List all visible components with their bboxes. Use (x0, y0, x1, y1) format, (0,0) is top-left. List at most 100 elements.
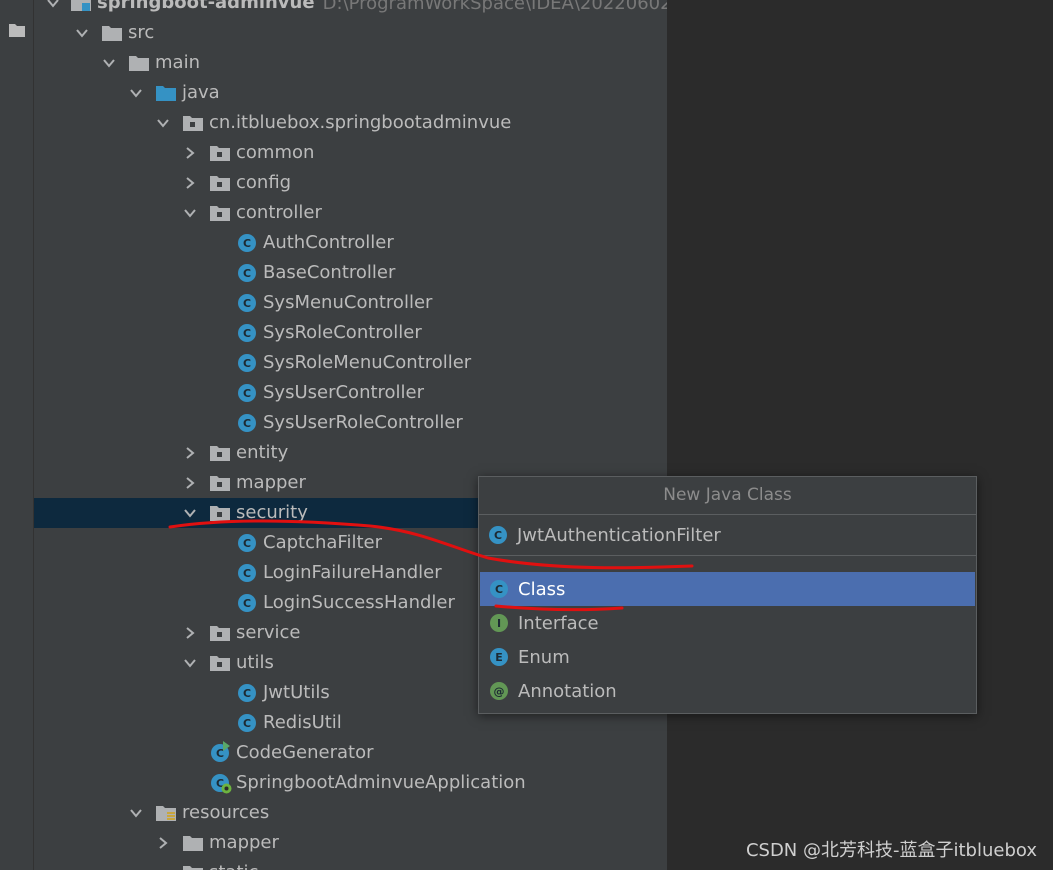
class-icon: C (236, 563, 258, 583)
class-name-value: JwtAuthenticationFilter (517, 524, 721, 546)
tree-node-label: LoginFailureHandler (263, 562, 442, 583)
tree-node-common[interactable]: common (34, 138, 667, 168)
class-kind-icon: C (490, 580, 508, 598)
class-icon: C (236, 323, 258, 343)
chevron-down-icon[interactable] (127, 804, 145, 822)
class-icon: C (236, 533, 258, 553)
tree-node-resources[interactable]: resources (34, 798, 667, 828)
tree-node-label: SysUserController (263, 382, 425, 403)
package-icon (209, 143, 231, 163)
tree-node-label: JwtUtils (263, 682, 330, 703)
chevron-right-icon[interactable] (181, 444, 199, 462)
tree-node-entity[interactable]: entity (34, 438, 667, 468)
project-folder-icon[interactable] (9, 22, 25, 41)
tree-node-label: resources (182, 802, 270, 823)
tree-node-label: static (209, 858, 258, 870)
tree-node-label: java (182, 82, 220, 103)
tree-node-springbootadminvueapplication[interactable]: C SpringbootAdminvueApplication (34, 768, 667, 798)
tree-node-label: main (155, 52, 200, 73)
package-icon (209, 653, 231, 673)
chevron-down-icon[interactable] (154, 114, 172, 132)
class-icon: C (236, 293, 258, 313)
tree-node-codegenerator[interactable]: C CodeGenerator (34, 738, 667, 768)
chevron-right-icon[interactable] (181, 174, 199, 192)
chevron-down-icon[interactable] (127, 84, 145, 102)
popup-title: New Java Class (479, 477, 976, 515)
tree-node-static[interactable]: static (34, 858, 667, 870)
kind-option-class[interactable]: C Class (480, 572, 975, 606)
tree-node-config[interactable]: config (34, 168, 667, 198)
tree-node-label: BaseController (263, 262, 396, 283)
kind-option-label: Enum (518, 646, 570, 668)
annotation-kind-icon: @ (490, 682, 508, 700)
kind-option-interface[interactable]: I Interface (480, 606, 975, 640)
package-icon (209, 623, 231, 643)
tree-node-label: RedisUtil (263, 712, 342, 733)
class-icon: C (236, 353, 258, 373)
source-folder-icon (155, 83, 177, 103)
tree-node-basecontroller[interactable]: C BaseController (34, 258, 667, 288)
tree-node-sysrolemenucontroller[interactable]: C SysRoleMenuController (34, 348, 667, 378)
tree-node-java[interactable]: java (34, 78, 667, 108)
tree-node-cn-itbluebox-springbootadminvue[interactable]: cn.itbluebox.springbootadminvue (34, 108, 667, 138)
tree-node-main[interactable]: main (34, 48, 667, 78)
tree-node-label: SysRoleController (263, 322, 422, 343)
class-name-input[interactable]: C JwtAuthenticationFilter (479, 515, 976, 556)
tree-node-label: mapper (236, 472, 306, 493)
resources-folder-icon (155, 803, 177, 823)
tree-node-label: src (128, 22, 155, 43)
class-icon: C (489, 526, 507, 544)
chevron-down-icon[interactable] (46, 0, 60, 12)
package-icon (209, 443, 231, 463)
chevron-down-icon[interactable] (100, 54, 118, 72)
chevron-down-icon[interactable] (73, 24, 91, 42)
tree-node-label: controller (236, 202, 322, 223)
class-icon: C (236, 413, 258, 433)
tree-node-controller[interactable]: controller (34, 198, 667, 228)
folder-icon (128, 53, 150, 73)
tree-node-label: entity (236, 442, 289, 463)
class-icon: C (236, 713, 258, 733)
tree-node-label: common (236, 142, 315, 163)
package-icon (182, 113, 204, 133)
kind-option-enum[interactable]: E Enum (480, 640, 975, 674)
tree-node-label: mapper (209, 832, 279, 853)
tree-node-label: security (236, 502, 308, 523)
tree-node-mapper[interactable]: mapper (34, 828, 667, 858)
chevron-down-icon[interactable] (181, 504, 199, 522)
tree-node-sysusercontroller[interactable]: C SysUserController (34, 378, 667, 408)
module-path: D:\ProgramWorkSpace\IDEA\20220602\sp (322, 0, 667, 14)
spring-boot-app-icon: C (209, 773, 232, 794)
tree-node-sysmenucontroller[interactable]: C SysMenuController (34, 288, 667, 318)
module-icon (70, 0, 92, 13)
chevron-right-icon[interactable] (154, 834, 172, 852)
chevron-right-icon[interactable] (181, 474, 199, 492)
class-icon: C (236, 593, 258, 613)
kind-option-annotation[interactable]: @ Annotation (480, 674, 975, 708)
folder-icon (101, 23, 123, 43)
new-java-class-popup: New Java Class C JwtAuthenticationFilter… (478, 476, 977, 714)
tree-node-src[interactable]: src (34, 18, 667, 48)
chevron-down-icon[interactable] (181, 204, 199, 222)
class-icon: C (236, 233, 258, 253)
tree-node-authcontroller[interactable]: C AuthController (34, 228, 667, 258)
interface-kind-icon: I (490, 614, 508, 632)
editor-area[interactable] (667, 0, 1053, 870)
package-icon (209, 503, 231, 523)
project-tree[interactable]: springboot-adminvue D:\ProgramWorkSpace\I… (34, 0, 667, 870)
tree-node-label: SysUserRoleController (263, 412, 463, 433)
tree-node-label: CodeGenerator (236, 742, 374, 763)
tree-node-springboot-adminvue[interactable]: springboot-adminvue D:\ProgramWorkSpace\I… (34, 0, 667, 18)
class-icon: C (236, 683, 258, 703)
tree-node-label: LoginSuccessHandler (263, 592, 455, 613)
tree-node-label: SpringbootAdminvueApplication (236, 772, 526, 793)
kind-option-label: Class (518, 578, 566, 600)
tree-node-sysrolecontroller[interactable]: C SysRoleController (34, 318, 667, 348)
package-icon (209, 473, 231, 493)
chevron-down-icon[interactable] (181, 654, 199, 672)
tree-node-sysuserrolecontroller[interactable]: C SysUserRoleController (34, 408, 667, 438)
kind-list: C Class I Interface E Enum @ Annotation (479, 572, 976, 708)
chevron-right-icon[interactable] (181, 624, 199, 642)
chevron-right-icon[interactable] (181, 144, 199, 162)
tree-node-label: cn.itbluebox.springbootadminvue (209, 112, 512, 133)
